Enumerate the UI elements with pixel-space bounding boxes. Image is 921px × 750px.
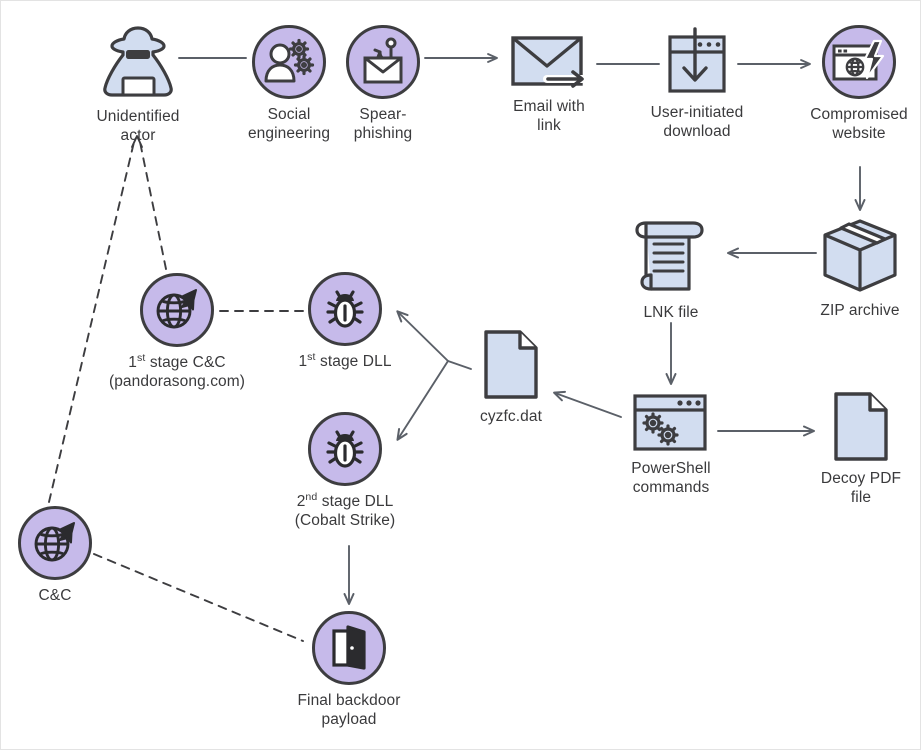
node-label-email-with-link: Email with link xyxy=(513,98,585,135)
node-spear-phishing[interactable]: Spear- phishing xyxy=(303,25,463,144)
node-label-second-stage-dll: 2nd stage DLL (Cobalt Strike) xyxy=(295,492,396,531)
open-door-icon xyxy=(312,611,386,685)
first-stage-dll-rest: stage DLL xyxy=(315,353,392,370)
scroll-document-icon xyxy=(631,215,711,297)
bug-icon xyxy=(308,272,382,346)
node-label-final-backdoor-payload: Final backdoor payload xyxy=(297,692,401,729)
globe-arrow-icon xyxy=(18,506,92,580)
envelope-hook-icon xyxy=(346,25,420,99)
node-label-cyzfc-dat: cyzfc.dat xyxy=(479,408,543,425)
browser-download-icon xyxy=(664,27,730,97)
node-email-with-link[interactable]: Email with link xyxy=(469,33,629,136)
diagram-canvas: Unidentified actor Social engineering Sp… xyxy=(0,0,921,750)
file-page-icon xyxy=(830,391,892,463)
edge-first-cc-to-actor xyxy=(139,141,167,270)
second-stage-dll-subtitle: (Cobalt Strike) xyxy=(294,512,396,530)
hooded-actor-icon xyxy=(99,21,177,101)
node-label-unidentified-actor: Unidentified actor xyxy=(96,108,180,145)
globe-arrow-icon xyxy=(140,273,214,347)
first-stage-dll-ordinal: st xyxy=(307,350,316,363)
node-label-compromised-website: Compromised website xyxy=(810,106,908,143)
node-label-first-stage-dll: 1st stage DLL xyxy=(298,352,391,371)
first-stage-cc-domain: (pandorasong.com) xyxy=(108,373,246,391)
node-second-stage-dll[interactable]: 2nd stage DLL (Cobalt Strike) xyxy=(265,412,425,531)
node-label-zip-archive: ZIP archive xyxy=(820,302,900,319)
node-label-first-stage-cc: 1st stage C&C (pandorasong.com) xyxy=(109,353,245,392)
second-stage-dll-ordinal: nd xyxy=(305,490,318,503)
node-compromised-website[interactable]: Compromised website xyxy=(779,25,920,144)
node-label-user-initiated-download: User-initiated download xyxy=(650,104,744,141)
envelope-arrow-icon xyxy=(503,33,595,91)
node-first-stage-dll[interactable]: 1st stage DLL xyxy=(265,272,425,371)
node-label-command-and-control: C&C xyxy=(38,587,72,604)
node-user-initiated-download[interactable]: User-initiated download xyxy=(617,27,777,142)
node-label-lnk-file: LNK file xyxy=(643,304,699,321)
node-label-powershell-commands: PowerShell commands xyxy=(631,460,711,497)
node-powershell-commands[interactable]: PowerShell commands xyxy=(591,393,751,498)
node-cyzfc-dat[interactable]: cyzfc.dat xyxy=(431,329,591,426)
box-package-icon xyxy=(819,217,901,295)
first-stage-cc-rest: stage C&C xyxy=(145,354,226,371)
node-label-spear-phishing: Spear- phishing xyxy=(353,106,413,143)
node-decoy-pdf-file[interactable]: Decoy PDF file xyxy=(781,391,920,508)
browser-globe-bolt-icon xyxy=(822,25,896,99)
browser-gears-icon xyxy=(631,393,711,453)
file-page-icon xyxy=(480,329,542,401)
second-stage-dll-rest: stage DLL xyxy=(317,493,394,510)
node-zip-archive[interactable]: ZIP archive xyxy=(780,217,920,320)
node-lnk-file[interactable]: LNK file xyxy=(591,215,751,322)
first-stage-cc-number: 1 xyxy=(128,354,138,371)
node-label-decoy-pdf-file: Decoy PDF file xyxy=(820,470,902,507)
node-unidentified-actor[interactable]: Unidentified actor xyxy=(58,21,218,146)
node-first-stage-cc[interactable]: 1st stage C&C (pandorasong.com) xyxy=(97,273,257,392)
node-final-backdoor-payload[interactable]: Final backdoor payload xyxy=(269,611,429,730)
node-command-and-control[interactable]: C&C xyxy=(1,506,135,605)
first-stage-dll-number: 1 xyxy=(298,353,308,370)
bug-icon xyxy=(308,412,382,486)
